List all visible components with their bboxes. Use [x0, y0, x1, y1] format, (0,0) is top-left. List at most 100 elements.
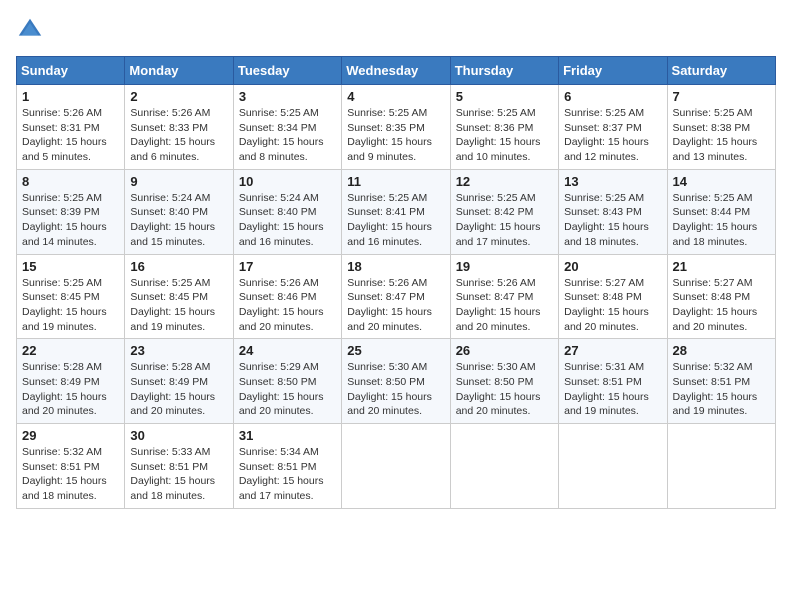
day-info: Sunrise: 5:34 AM Sunset: 8:51 PM Dayligh… — [239, 445, 336, 504]
day-info: Sunrise: 5:30 AM Sunset: 8:50 PM Dayligh… — [347, 360, 444, 419]
calendar-cell — [450, 424, 558, 509]
calendar-cell: 19 Sunrise: 5:26 AM Sunset: 8:47 PM Dayl… — [450, 254, 558, 339]
day-number: 14 — [673, 174, 770, 189]
day-info: Sunrise: 5:26 AM Sunset: 8:47 PM Dayligh… — [347, 276, 444, 335]
calendar-week-row: 29 Sunrise: 5:32 AM Sunset: 8:51 PM Dayl… — [17, 424, 776, 509]
calendar-cell: 30 Sunrise: 5:33 AM Sunset: 8:51 PM Dayl… — [125, 424, 233, 509]
day-info: Sunrise: 5:25 AM Sunset: 8:44 PM Dayligh… — [673, 191, 770, 250]
day-number: 17 — [239, 259, 336, 274]
calendar-cell — [667, 424, 775, 509]
day-number: 4 — [347, 89, 444, 104]
calendar-cell: 24 Sunrise: 5:29 AM Sunset: 8:50 PM Dayl… — [233, 339, 341, 424]
day-info: Sunrise: 5:25 AM Sunset: 8:45 PM Dayligh… — [130, 276, 227, 335]
day-info: Sunrise: 5:26 AM Sunset: 8:33 PM Dayligh… — [130, 106, 227, 165]
day-info: Sunrise: 5:28 AM Sunset: 8:49 PM Dayligh… — [22, 360, 119, 419]
logo — [16, 16, 48, 44]
day-number: 31 — [239, 428, 336, 443]
calendar-cell — [559, 424, 667, 509]
day-info: Sunrise: 5:27 AM Sunset: 8:48 PM Dayligh… — [673, 276, 770, 335]
day-number: 20 — [564, 259, 661, 274]
calendar-cell: 13 Sunrise: 5:25 AM Sunset: 8:43 PM Dayl… — [559, 169, 667, 254]
day-info: Sunrise: 5:26 AM Sunset: 8:46 PM Dayligh… — [239, 276, 336, 335]
day-number: 25 — [347, 343, 444, 358]
calendar-cell: 16 Sunrise: 5:25 AM Sunset: 8:45 PM Dayl… — [125, 254, 233, 339]
day-info: Sunrise: 5:29 AM Sunset: 8:50 PM Dayligh… — [239, 360, 336, 419]
day-number: 26 — [456, 343, 553, 358]
day-number: 6 — [564, 89, 661, 104]
day-number: 24 — [239, 343, 336, 358]
page-header — [16, 16, 776, 44]
calendar-cell: 28 Sunrise: 5:32 AM Sunset: 8:51 PM Dayl… — [667, 339, 775, 424]
day-number: 12 — [456, 174, 553, 189]
calendar-cell: 26 Sunrise: 5:30 AM Sunset: 8:50 PM Dayl… — [450, 339, 558, 424]
header-wednesday: Wednesday — [342, 57, 450, 85]
day-info: Sunrise: 5:28 AM Sunset: 8:49 PM Dayligh… — [130, 360, 227, 419]
day-info: Sunrise: 5:30 AM Sunset: 8:50 PM Dayligh… — [456, 360, 553, 419]
calendar-week-row: 8 Sunrise: 5:25 AM Sunset: 8:39 PM Dayli… — [17, 169, 776, 254]
day-number: 11 — [347, 174, 444, 189]
calendar-week-row: 22 Sunrise: 5:28 AM Sunset: 8:49 PM Dayl… — [17, 339, 776, 424]
day-number: 8 — [22, 174, 119, 189]
day-info: Sunrise: 5:31 AM Sunset: 8:51 PM Dayligh… — [564, 360, 661, 419]
calendar-cell — [342, 424, 450, 509]
calendar-cell: 20 Sunrise: 5:27 AM Sunset: 8:48 PM Dayl… — [559, 254, 667, 339]
day-number: 9 — [130, 174, 227, 189]
day-info: Sunrise: 5:25 AM Sunset: 8:35 PM Dayligh… — [347, 106, 444, 165]
calendar-cell: 29 Sunrise: 5:32 AM Sunset: 8:51 PM Dayl… — [17, 424, 125, 509]
day-number: 23 — [130, 343, 227, 358]
calendar-cell: 9 Sunrise: 5:24 AM Sunset: 8:40 PM Dayli… — [125, 169, 233, 254]
day-number: 27 — [564, 343, 661, 358]
day-number: 5 — [456, 89, 553, 104]
calendar-cell: 3 Sunrise: 5:25 AM Sunset: 8:34 PM Dayli… — [233, 85, 341, 170]
calendar-cell: 14 Sunrise: 5:25 AM Sunset: 8:44 PM Dayl… — [667, 169, 775, 254]
calendar-cell: 31 Sunrise: 5:34 AM Sunset: 8:51 PM Dayl… — [233, 424, 341, 509]
day-info: Sunrise: 5:25 AM Sunset: 8:45 PM Dayligh… — [22, 276, 119, 335]
header-friday: Friday — [559, 57, 667, 85]
day-info: Sunrise: 5:26 AM Sunset: 8:31 PM Dayligh… — [22, 106, 119, 165]
day-number: 2 — [130, 89, 227, 104]
day-info: Sunrise: 5:32 AM Sunset: 8:51 PM Dayligh… — [673, 360, 770, 419]
day-number: 3 — [239, 89, 336, 104]
calendar-week-row: 15 Sunrise: 5:25 AM Sunset: 8:45 PM Dayl… — [17, 254, 776, 339]
day-number: 19 — [456, 259, 553, 274]
header-thursday: Thursday — [450, 57, 558, 85]
logo-icon — [16, 16, 44, 44]
calendar-cell: 8 Sunrise: 5:25 AM Sunset: 8:39 PM Dayli… — [17, 169, 125, 254]
calendar-cell: 17 Sunrise: 5:26 AM Sunset: 8:46 PM Dayl… — [233, 254, 341, 339]
calendar-cell: 18 Sunrise: 5:26 AM Sunset: 8:47 PM Dayl… — [342, 254, 450, 339]
day-number: 13 — [564, 174, 661, 189]
day-info: Sunrise: 5:24 AM Sunset: 8:40 PM Dayligh… — [130, 191, 227, 250]
calendar-cell: 4 Sunrise: 5:25 AM Sunset: 8:35 PM Dayli… — [342, 85, 450, 170]
day-info: Sunrise: 5:26 AM Sunset: 8:47 PM Dayligh… — [456, 276, 553, 335]
calendar-cell: 5 Sunrise: 5:25 AM Sunset: 8:36 PM Dayli… — [450, 85, 558, 170]
day-info: Sunrise: 5:25 AM Sunset: 8:41 PM Dayligh… — [347, 191, 444, 250]
day-number: 29 — [22, 428, 119, 443]
calendar-cell: 27 Sunrise: 5:31 AM Sunset: 8:51 PM Dayl… — [559, 339, 667, 424]
day-number: 30 — [130, 428, 227, 443]
day-number: 21 — [673, 259, 770, 274]
calendar-cell: 21 Sunrise: 5:27 AM Sunset: 8:48 PM Dayl… — [667, 254, 775, 339]
day-number: 1 — [22, 89, 119, 104]
calendar-cell: 11 Sunrise: 5:25 AM Sunset: 8:41 PM Dayl… — [342, 169, 450, 254]
day-number: 22 — [22, 343, 119, 358]
day-number: 7 — [673, 89, 770, 104]
calendar-table: SundayMondayTuesdayWednesdayThursdayFrid… — [16, 56, 776, 509]
day-info: Sunrise: 5:25 AM Sunset: 8:42 PM Dayligh… — [456, 191, 553, 250]
day-info: Sunrise: 5:33 AM Sunset: 8:51 PM Dayligh… — [130, 445, 227, 504]
header-tuesday: Tuesday — [233, 57, 341, 85]
calendar-cell: 23 Sunrise: 5:28 AM Sunset: 8:49 PM Dayl… — [125, 339, 233, 424]
calendar-cell: 1 Sunrise: 5:26 AM Sunset: 8:31 PM Dayli… — [17, 85, 125, 170]
day-info: Sunrise: 5:25 AM Sunset: 8:38 PM Dayligh… — [673, 106, 770, 165]
calendar-header-row: SundayMondayTuesdayWednesdayThursdayFrid… — [17, 57, 776, 85]
day-number: 28 — [673, 343, 770, 358]
calendar-cell: 15 Sunrise: 5:25 AM Sunset: 8:45 PM Dayl… — [17, 254, 125, 339]
day-info: Sunrise: 5:25 AM Sunset: 8:34 PM Dayligh… — [239, 106, 336, 165]
header-saturday: Saturday — [667, 57, 775, 85]
day-number: 10 — [239, 174, 336, 189]
calendar-cell: 6 Sunrise: 5:25 AM Sunset: 8:37 PM Dayli… — [559, 85, 667, 170]
day-info: Sunrise: 5:25 AM Sunset: 8:36 PM Dayligh… — [456, 106, 553, 165]
day-number: 18 — [347, 259, 444, 274]
day-info: Sunrise: 5:24 AM Sunset: 8:40 PM Dayligh… — [239, 191, 336, 250]
day-number: 15 — [22, 259, 119, 274]
calendar-cell: 10 Sunrise: 5:24 AM Sunset: 8:40 PM Dayl… — [233, 169, 341, 254]
